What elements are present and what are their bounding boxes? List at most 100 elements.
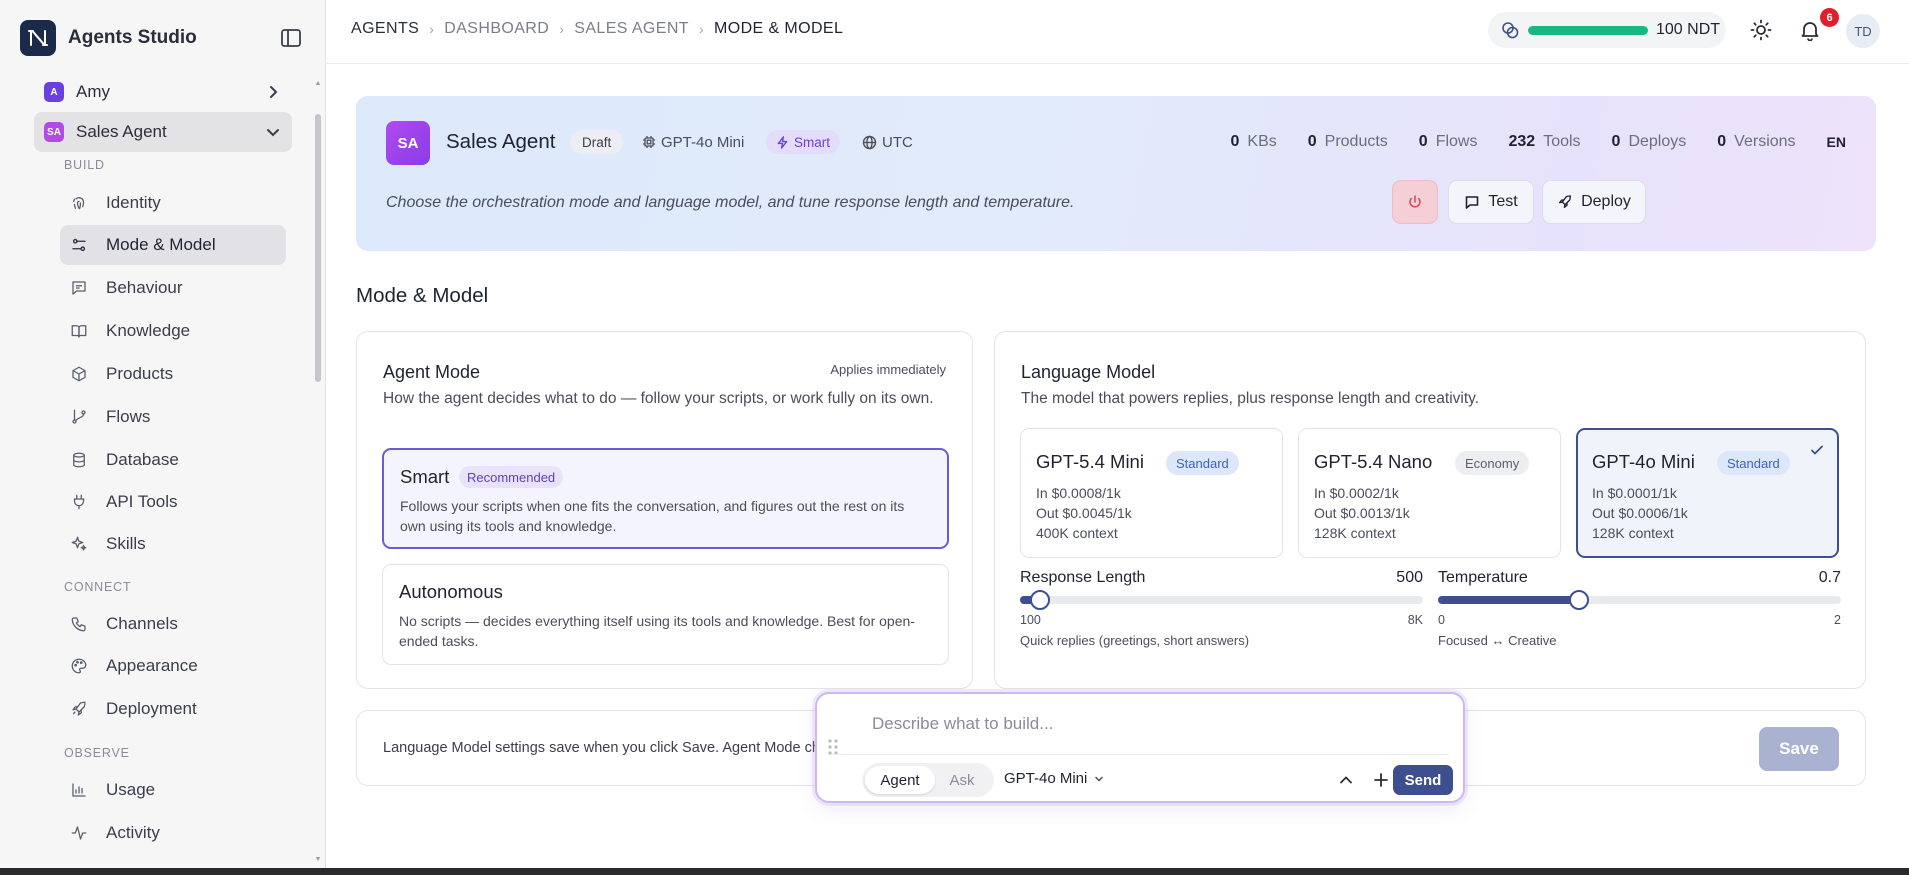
sidebar-item-label: Activity (106, 823, 160, 842)
slider-max-label: 2 (1834, 613, 1841, 627)
sidebar-item-api-tools[interactable]: API Tools (60, 482, 286, 522)
agent-header-card: SA Sales Agent Draft GPT-4o Mini Smart U… (356, 96, 1876, 251)
sidebar-scrollbar[interactable]: ▲ ▼ (314, 80, 322, 868)
stat-flows: 0 Flows (1419, 133, 1478, 151)
chevron-up-icon[interactable] (1336, 770, 1356, 790)
sidebar-agent-sales-agent[interactable]: SA Sales Agent (34, 112, 292, 152)
sidebar-item-behaviour[interactable]: Behaviour (60, 268, 286, 308)
sidebar-item-flows[interactable]: Flows (60, 397, 286, 437)
sidebar-item-label: Knowledge (106, 321, 191, 340)
slider-thumb[interactable] (1030, 590, 1051, 610)
breadcrumb-dashboard[interactable]: DASHBOARD (444, 20, 549, 38)
agent-badge: A (44, 82, 64, 102)
breadcrumb-current: MODE & MODEL (714, 20, 844, 37)
model-tile-gpt-5-4-nano[interactable]: GPT-5.4 Nano Economy In $0.0002/1k Out $… (1298, 428, 1561, 558)
test-button-label: Test (1488, 193, 1518, 210)
sidebar-item-usage[interactable]: Usage (60, 770, 286, 810)
model-output-price: Out $0.0013/1k (1314, 505, 1410, 521)
slider-value: 500 (1396, 569, 1423, 586)
agent-name-heading: Sales Agent (446, 130, 556, 153)
stat-label: Products (1324, 133, 1388, 150)
deploy-button[interactable]: Deploy (1542, 180, 1646, 224)
scrollbar-thumb[interactable] (315, 114, 321, 382)
app-logo (20, 20, 56, 56)
sidebar-item-mode-model[interactable]: Mode & Model (60, 225, 286, 265)
breadcrumb-sales-agent[interactable]: SALES AGENT (574, 20, 689, 38)
sidebar-item-label: Mode & Model (106, 235, 216, 254)
sun-icon[interactable] (1750, 19, 1772, 41)
temperature-slider: Temperature 0.7 0 2 Focused ↔ Creative (1438, 569, 1841, 649)
slider-hint: Quick replies (greetings, short answers) (1020, 633, 1250, 648)
status-badge: Draft (570, 130, 624, 154)
mode-agent-tab[interactable]: Agent (865, 766, 935, 794)
slider-track[interactable] (1020, 590, 1423, 610)
plus-icon[interactable] (1371, 770, 1391, 790)
user-avatar[interactable]: TD (1846, 14, 1880, 48)
response-length-slider: Response Length 500 100 8K Quick replies… (1020, 569, 1423, 649)
sidebar-item-activity[interactable]: Activity (60, 813, 286, 853)
model-tile-gpt-4o-mini[interactable]: GPT-4o Mini Standard In $0.0001/1k Out $… (1576, 428, 1839, 558)
slider-hint: Focused ↔ Creative (1438, 633, 1557, 648)
mode-ask-tab[interactable]: Ask (935, 766, 989, 794)
sidebar-item-label: Database (106, 450, 179, 469)
mode-option-autonomous[interactable]: Autonomous No scripts — decides everythi… (382, 564, 949, 665)
sparkles-icon (71, 536, 87, 551)
sidebar-item-label: Flows (106, 407, 151, 426)
save-button[interactable]: Save (1759, 727, 1839, 771)
agent-mode-description: How the agent decides what to do — follo… (383, 390, 934, 407)
credits-meter[interactable]: 100 NDT (1488, 12, 1726, 48)
brand[interactable]: Agents Studio (20, 20, 197, 56)
mode-option-name: Smart (400, 466, 450, 487)
send-button[interactable]: Send (1393, 765, 1453, 795)
power-icon (1409, 195, 1421, 208)
fingerprint-icon (73, 197, 85, 210)
chevron-right-icon (270, 86, 278, 98)
coins-icon (1502, 22, 1519, 39)
model-context: 128K context (1592, 525, 1674, 541)
mode-option-smart[interactable]: Smart Recommended Follows your scripts w… (382, 448, 949, 549)
section-label-connect: CONNECT (64, 580, 132, 594)
bell-icon[interactable] (1799, 19, 1821, 41)
sidebar-item-channels[interactable]: Channels (60, 604, 286, 644)
message-icon (1466, 196, 1479, 209)
phone-icon (71, 617, 86, 632)
slider-label: Response Length (1020, 569, 1146, 586)
sidebar-item-appearance[interactable]: Appearance (60, 646, 286, 686)
sidebar-item-skills[interactable]: Skills (60, 524, 286, 564)
package-icon (72, 366, 86, 382)
language-code[interactable]: EN (1827, 134, 1846, 150)
composer-input[interactable] (872, 712, 1432, 736)
sidebar-item-label: Deployment (106, 699, 197, 718)
rocket-icon (1559, 195, 1572, 208)
stat-label: Versions (1734, 133, 1796, 150)
agent-avatar: SA (386, 121, 430, 165)
test-button[interactable]: Test (1448, 180, 1534, 224)
sidebar-item-knowledge[interactable]: Knowledge (60, 311, 286, 351)
sidebar-item-label: Behaviour (106, 278, 183, 297)
chevron-down-icon (267, 129, 279, 137)
stat-value: 0 (1307, 133, 1317, 150)
slider-thumb[interactable] (1569, 590, 1590, 610)
slider-track[interactable] (1438, 590, 1841, 610)
model-tile-gpt-5-4-mini[interactable]: GPT-5.4 Mini Standard In $0.0008/1k Out … (1020, 428, 1283, 558)
scroll-down-arrow-icon[interactable]: ▼ (314, 856, 322, 863)
book-icon (71, 325, 87, 338)
language-model-description: The model that powers replies, plus resp… (1021, 390, 1480, 407)
stat-versions: 0 Versions (1717, 133, 1795, 151)
sidebar-item-deployment[interactable]: Deployment (60, 689, 286, 729)
sidebar-item-database[interactable]: Database (60, 440, 286, 480)
sidebar-toggle-icon[interactable] (280, 28, 304, 50)
composer-model-select[interactable]: GPT-4o Mini (1004, 770, 1105, 787)
breadcrumb-agents[interactable]: AGENTS (351, 20, 419, 38)
model-name: GPT-5.4 Mini (1036, 451, 1144, 472)
page-title: Mode & Model (356, 284, 489, 307)
sidebar: Agents Studio A Amy SA Sales Agent BUILD… (0, 0, 326, 868)
sidebar-agent-amy[interactable]: A Amy (34, 72, 292, 112)
sidebar-item-products[interactable]: Products (60, 354, 286, 394)
scroll-up-arrow-icon[interactable]: ▲ (314, 80, 322, 87)
page-description: Choose the orchestration mode and langua… (386, 194, 1075, 211)
power-toggle-button[interactable] (1392, 180, 1438, 224)
model-input-price: In $0.0001/1k (1592, 485, 1677, 501)
sidebar-item-identity[interactable]: Identity (60, 183, 286, 223)
composer-divider (831, 754, 1449, 755)
